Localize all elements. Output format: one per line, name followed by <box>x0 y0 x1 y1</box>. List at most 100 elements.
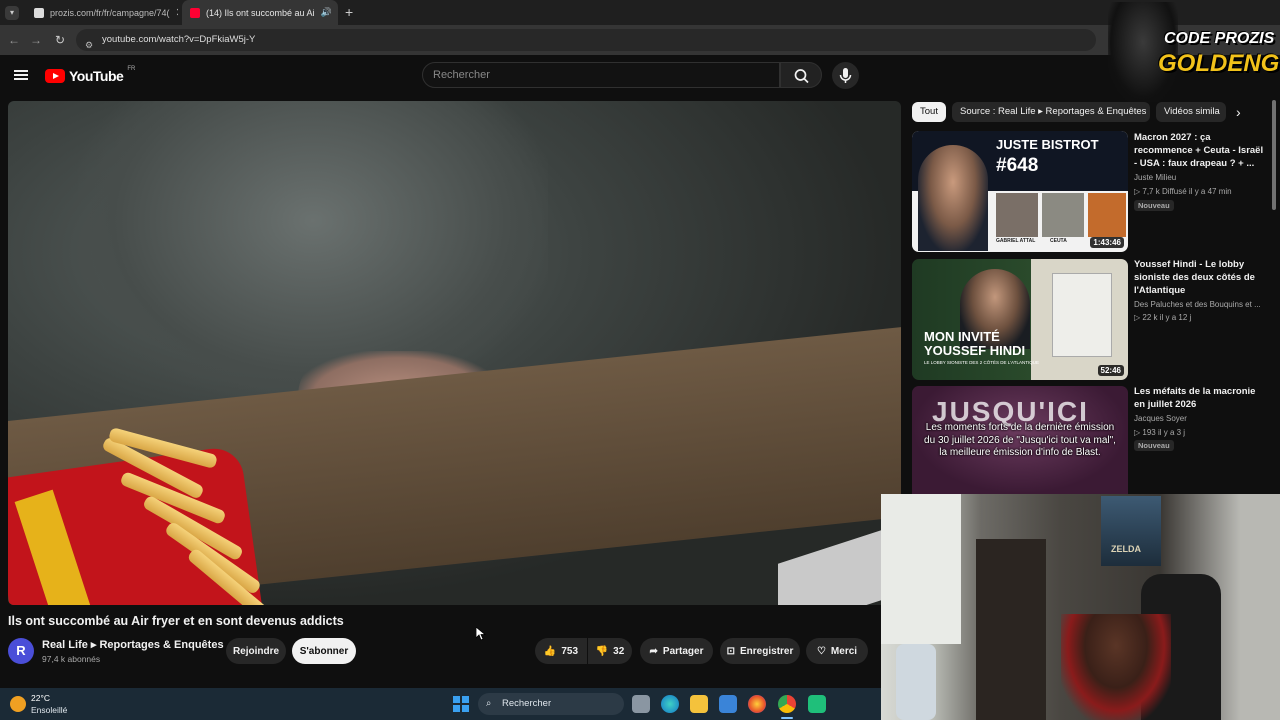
recommendation-title[interactable]: Les méfaits de la macronie en juillet 20… <box>1134 385 1264 411</box>
recommendation-meta: ▷ 7,7 k Diffusé il y a 47 min <box>1134 187 1232 196</box>
logo-line1: CODE PROZIS <box>1164 30 1275 47</box>
thumb-photo-1 <box>996 193 1038 237</box>
chip-similar[interactable]: Vidéos simila <box>1156 102 1226 122</box>
weather-icon[interactable] <box>10 696 26 712</box>
youtube-header: YouTube FR Rechercher <box>0 55 1280 97</box>
edge-icon[interactable] <box>661 695 679 713</box>
youtube-wordmark: YouTube <box>69 68 124 84</box>
bottle <box>896 644 936 720</box>
speaker-icon[interactable]: 🔊 <box>321 7 332 18</box>
tab-list-chevron-icon[interactable]: ▾ <box>5 6 19 20</box>
tab-youtube[interactable]: (14) Ils ont succombé au Ai 🔊 ✕ <box>182 0 338 25</box>
youtube-favicon-icon <box>190 7 200 18</box>
menu-icon[interactable] <box>14 70 28 80</box>
poster-text: ZELDA <box>1111 544 1141 554</box>
share-label: Partager <box>662 645 704 657</box>
forward-icon[interactable]: → <box>28 32 44 48</box>
tab-label: (14) Ils ont succombé au Ai <box>206 7 315 18</box>
subscriber-count: 97,4 k abonnés <box>42 654 101 664</box>
save-label: Enregistrer <box>740 645 794 657</box>
video-player[interactable] <box>8 101 901 605</box>
save-button[interactable]: ⊡ Enregistrer <box>720 638 800 664</box>
thumb-book <box>1052 273 1112 357</box>
address-bar-row: ← → ↻ ⚙ youtube.com/watch?v=DpFkiaW5j-Y <box>0 25 1280 55</box>
subscribe-button[interactable]: S'abonner <box>292 638 356 664</box>
game-bar-icon[interactable] <box>808 695 826 713</box>
channel-avatar[interactable]: R <box>8 638 34 664</box>
url-field[interactable]: ⚙ youtube.com/watch?v=DpFkiaW5j-Y <box>76 29 1096 51</box>
shelf <box>976 539 1046 720</box>
task-view-icon[interactable] <box>632 695 650 713</box>
recommendation-title[interactable]: Youssef Hindi - Le lobby sioniste des de… <box>1134 258 1264 297</box>
thumbs-up-icon: 👍 <box>543 645 557 657</box>
share-icon: ➦ <box>649 645 658 657</box>
search-icon <box>794 69 809 84</box>
weather-label: Ensoleillé <box>31 705 68 715</box>
new-badge: Nouveau <box>1134 200 1174 211</box>
search-button[interactable] <box>780 62 822 88</box>
duration: 52:46 <box>1097 365 1124 376</box>
scrollbar[interactable] <box>1272 100 1276 210</box>
chrome-icon[interactable] <box>778 695 796 713</box>
store-icon[interactable] <box>719 695 737 713</box>
channel-name[interactable]: Real Life ▸ Reportages & Enquêtes <box>42 638 224 651</box>
recommendation-channel[interactable]: Juste Milieu <box>1134 173 1176 182</box>
search-icon: ⌕ <box>486 698 492 709</box>
thumb-portrait <box>918 145 988 251</box>
tab-label: prozis.com/fr/fr/campagne/74( <box>50 7 170 18</box>
logo-line2: GOLDENG <box>1158 50 1280 77</box>
taskbar-search-label: Rechercher <box>502 698 552 709</box>
thumb-caption: GABRIEL ATTAL <box>996 238 1036 244</box>
mouse-cursor-icon <box>475 626 487 646</box>
thanks-icon: ♡ <box>816 645 826 657</box>
new-tab-button[interactable]: + <box>345 4 353 20</box>
voice-search-button[interactable] <box>832 62 859 89</box>
like-button[interactable]: 👍 753 <box>535 638 587 664</box>
chip-all[interactable]: Tout <box>912 102 946 122</box>
recommendation-title[interactable]: Macron 2027 : ça recommence + Ceuta - Is… <box>1134 131 1264 170</box>
like-count: 753 <box>561 645 579 657</box>
poster: ZELDA <box>1101 496 1161 566</box>
windows-taskbar: 22°C Ensoleillé ⌕ Rechercher <box>0 688 881 720</box>
country-code: FR <box>127 66 136 72</box>
recommendation-channel[interactable]: Jacques Soyer <box>1134 414 1187 423</box>
chevron-right-icon[interactable]: › <box>1236 104 1241 120</box>
person-figure <box>78 101 548 401</box>
thumb-heading: YOUSSEF HINDI <box>924 343 1026 358</box>
recommendation-channel[interactable]: Des Paluches et des Bouquins et ... <box>1134 300 1261 309</box>
code-prozis-logo: CODE PROZIS GOLDENG <box>1108 2 1280 102</box>
window <box>881 494 961 644</box>
close-tab-icon[interactable]: ✕ <box>176 6 178 19</box>
firefox-icon[interactable] <box>748 695 766 713</box>
share-button[interactable]: ➦ Partager <box>640 638 713 664</box>
youtube-logo[interactable]: YouTube FR <box>45 66 136 84</box>
thumb-heading: JUSTE BISTROT <box>996 137 1099 152</box>
back-icon[interactable]: ← <box>6 32 22 48</box>
recommendation-meta: ▷ 22 k il y a 12 j <box>1134 313 1192 322</box>
streamer <box>1061 614 1171 720</box>
dislike-button[interactable]: 👎 32 <box>588 638 632 664</box>
thumbs-down-icon: 👎 <box>595 645 609 657</box>
tab-prozis[interactable]: prozis.com/fr/fr/campagne/74( ✕ <box>26 0 178 25</box>
site-info-icon[interactable]: ⚙ <box>85 34 93 56</box>
thumb-caption: LE LOBBY SIONISTE DES 2 CÔTÉS DE L'ATLAN… <box>924 360 1039 365</box>
duration: 1:43:46 <box>1090 237 1124 248</box>
recommendation-thumbnail[interactable]: MON INVITÉ YOUSSEF HINDI LE LOBBY SIONIS… <box>912 259 1128 380</box>
search-input[interactable]: Rechercher <box>422 62 780 88</box>
chip-source[interactable]: Source : Real Life ▸ Reportages & Enquêt… <box>952 102 1150 122</box>
video-title: Ils ont succombé au Air fryer et en sont… <box>8 614 344 628</box>
fries <box>78 427 308 605</box>
file-explorer-icon[interactable] <box>690 695 708 713</box>
thanks-button[interactable]: ♡ Merci <box>806 638 868 664</box>
join-button[interactable]: Rejoindre <box>226 638 286 664</box>
windows-start-icon[interactable] <box>453 696 469 712</box>
recommendation-thumbnail[interactable]: JUSQU'ICI Les moments forts de la derniè… <box>912 386 1128 494</box>
dislike-count: 32 <box>613 645 625 657</box>
microphone-icon <box>839 68 852 83</box>
url-text: youtube.com/watch?v=DpFkiaW5j-Y <box>102 34 256 45</box>
taskbar-search-input[interactable]: ⌕ Rechercher <box>478 693 624 715</box>
recommendation-thumbnail[interactable]: JUSTE BISTROT #648 GABRIEL ATTAL CEUTA 1… <box>912 131 1128 252</box>
reload-icon[interactable]: ↻ <box>52 32 68 48</box>
prozis-favicon-icon <box>34 7 44 18</box>
temperature[interactable]: 22°C <box>31 693 50 703</box>
